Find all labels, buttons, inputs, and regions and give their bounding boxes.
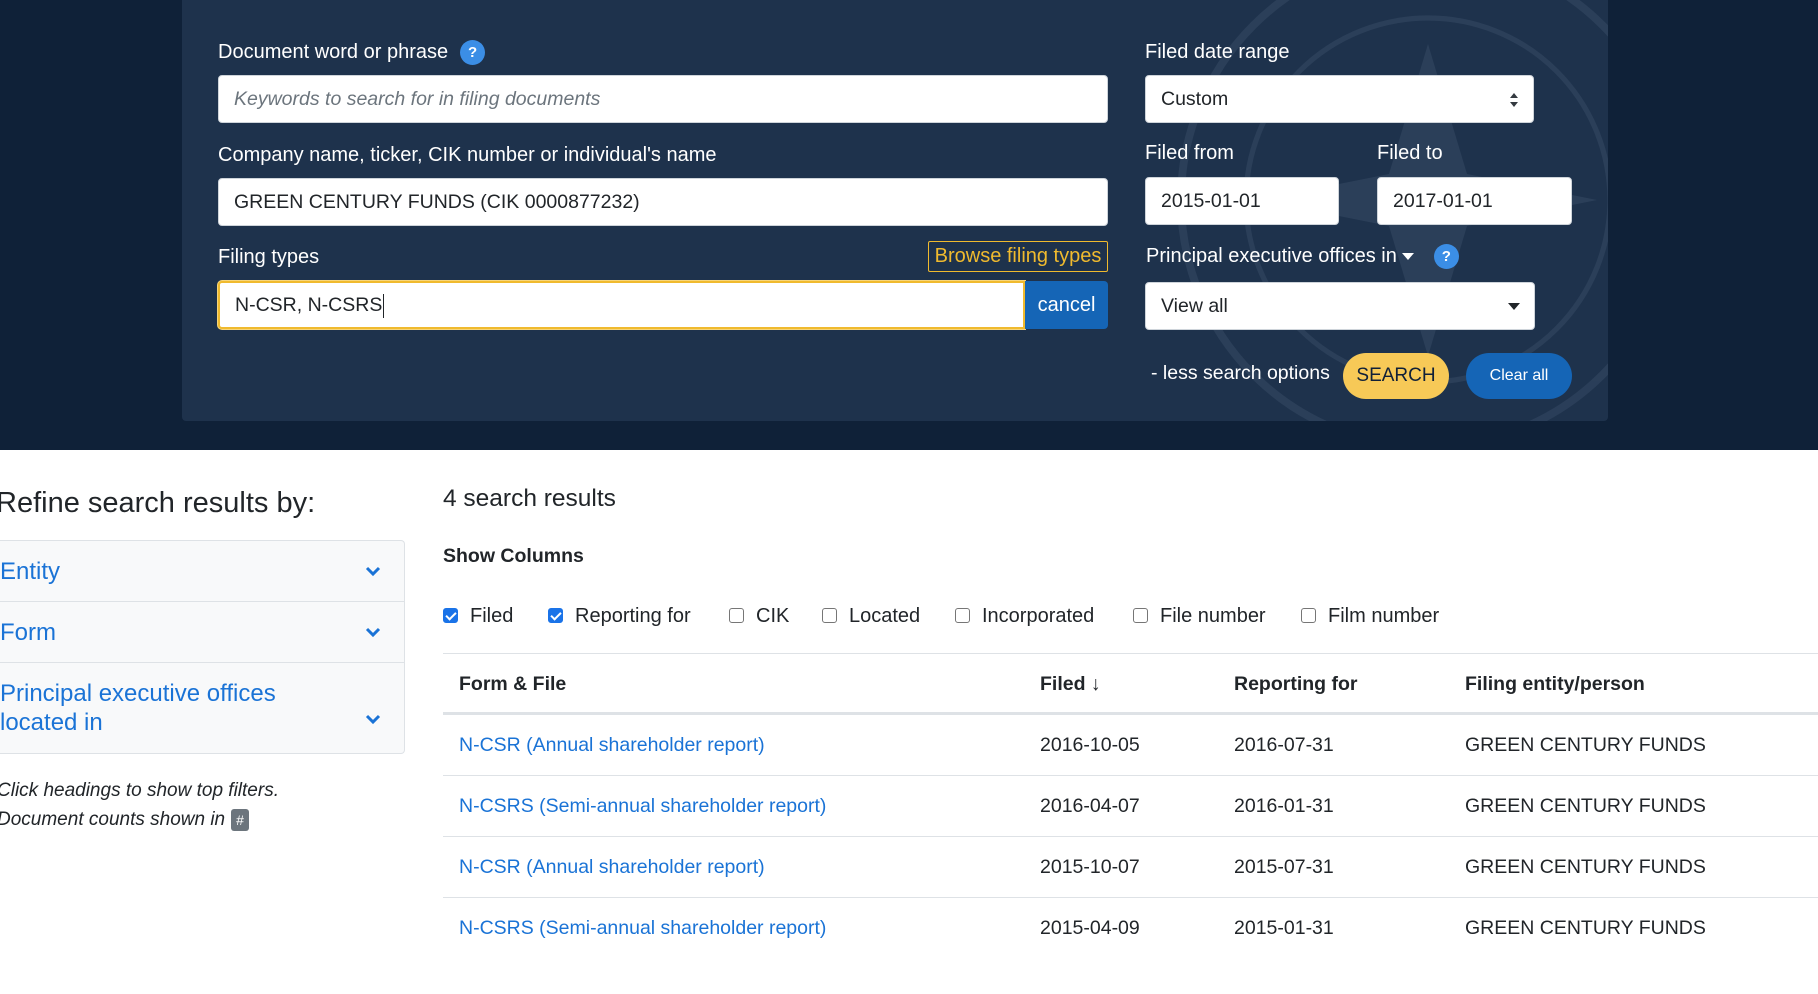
help-icon[interactable]: ? [1433,244,1459,270]
header-form-file[interactable]: Form & File [459,654,566,714]
form-link[interactable]: N-CSR (Annual shareholder report) [459,837,765,897]
header-filing-entity[interactable]: Filing entity/person [1465,654,1645,714]
column-toggle-file-number[interactable]: File number [1133,605,1266,628]
filed-date: 2015-04-09 [1040,917,1140,939]
checkbox[interactable] [1301,608,1316,623]
table-row: N-CSRS (Semi-annual shareholder report) … [443,775,1818,836]
facet-form[interactable]: Form [0,602,404,663]
column-toggle-label: Reporting for [575,605,691,627]
show-columns-heading: Show Columns [443,545,584,567]
column-toggle-label: File number [1160,605,1266,627]
column-toggle-cik[interactable]: CIK [729,605,789,628]
keywords-label: Document word or phrase? [218,40,486,66]
less-search-options-link[interactable]: - less search options [1151,362,1330,385]
facet-hint-line1: Click headings to show top filters. [0,780,279,801]
chevron-down-icon [1508,303,1520,310]
facet-list: Entity Form Principal executive offices … [0,540,405,754]
filing-entity: GREEN CENTURY FUNDS [1465,917,1706,939]
facet-offices-label-line2: located in [0,709,103,736]
cancel-button[interactable]: cancel [1025,281,1108,329]
table-row: N-CSR (Annual shareholder report) 2015-1… [443,836,1818,897]
table-row: N-CSRS (Semi-annual shareholder report) … [443,897,1818,958]
filed-to-label: Filed to [1377,142,1443,164]
column-toggle-located[interactable]: Located [822,605,920,628]
table-header: Form & File Filed ↓ Reporting for Filing… [443,653,1818,714]
filed-from-input[interactable]: 2015-01-01 [1145,177,1339,225]
entity-input[interactable]: GREEN CENTURY FUNDS (CIK 0000877232) [218,178,1108,226]
clear-all-button[interactable]: Clear all [1466,353,1572,399]
chevron-down-icon [365,627,381,638]
checkbox[interactable] [1133,608,1148,623]
facet-offices-label-line1: Principal executive offices [0,680,276,707]
search-button[interactable]: SEARCH [1343,353,1449,399]
form-link[interactable]: N-CSRS (Semi-annual shareholder report) [459,776,826,836]
checkbox[interactable] [729,608,744,623]
checkbox[interactable] [548,608,563,623]
chevron-down-icon [365,714,381,725]
form-link[interactable]: N-CSR (Annual shareholder report) [459,715,765,775]
help-icon[interactable]: ? [460,40,486,66]
filed-date: 2016-10-05 [1040,734,1140,756]
reporting-date: 2016-07-31 [1234,734,1334,756]
text-caret [383,293,385,318]
filing-types-input[interactable]: N-CSR, N-CSRS [218,281,1025,329]
entity-label: Company name, ticker, CIK number or indi… [218,144,717,166]
filing-types-value: N-CSR, N-CSRS [235,294,383,316]
header-reporting-for[interactable]: Reporting for [1234,654,1357,714]
select-arrows-icon [1510,93,1518,107]
filed-date: 2016-04-07 [1040,795,1140,817]
facet-entity[interactable]: Entity [0,541,404,602]
peo-label-text: Principal executive offices in [1146,245,1397,267]
filing-entity: GREEN CENTURY FUNDS [1465,856,1706,878]
search-band: Document word or phrase? Keywords to sea… [0,0,1818,450]
column-toggle-film-number[interactable]: Film number [1301,605,1439,628]
facet-hint-text: Document counts shown in [0,809,226,831]
keywords-input[interactable]: Keywords to search for in filing documen… [218,75,1108,123]
column-toggle-label: Filed [470,605,514,627]
peo-select[interactable]: View all [1145,282,1535,330]
peo-value: View all [1161,295,1228,317]
reporting-date: 2016-01-31 [1234,795,1334,817]
search-panel: Document word or phrase? Keywords to sea… [182,0,1608,421]
refine-title: Refine search results by: [0,487,316,519]
form-link[interactable]: N-CSRS (Semi-annual shareholder report) [459,898,826,958]
column-toggle-label: CIK [756,605,790,627]
date-range-label: Filed date range [1145,41,1290,63]
date-range-select[interactable]: Custom [1145,75,1534,123]
column-toggle-filed[interactable]: Filed [443,605,513,628]
facet-principal-offices[interactable]: Principal executive offices located in [0,663,404,754]
results-count: 4 search results [443,485,616,512]
keywords-label-text: Document word or phrase [218,41,449,63]
chevron-down-icon [365,566,381,577]
date-range-value: Custom [1161,88,1229,110]
column-toggle-label: Incorporated [982,605,1095,627]
filed-to-input[interactable]: 2017-01-01 [1377,177,1572,225]
table-row: N-CSR (Annual shareholder report) 2016-1… [443,714,1818,775]
facet-entity-label: Entity [0,558,61,585]
filed-from-label: Filed from [1145,142,1234,164]
results-table: Form & File Filed ↓ Reporting for Filing… [443,653,1818,958]
filed-date: 2015-10-07 [1040,856,1140,878]
facet-hint-line2: Document counts shown in # [0,809,249,831]
checkbox[interactable] [443,608,458,623]
column-toggle-reporting-for[interactable]: Reporting for [548,605,691,628]
column-toggle-label: Film number [1328,605,1440,627]
checkbox[interactable] [822,608,837,623]
caret-down-icon [1401,253,1414,261]
filing-types-label: Filing types [218,246,320,268]
checkbox[interactable] [955,608,970,623]
facet-form-label: Form [0,619,56,646]
peo-dropdown-toggle[interactable]: Principal executive offices in? [1146,244,1459,270]
browse-filing-types-button[interactable]: Browse filing types [928,241,1108,272]
filing-entity: GREEN CENTURY FUNDS [1465,734,1706,756]
filing-entity: GREEN CENTURY FUNDS [1465,795,1706,817]
count-badge: # [231,809,249,831]
reporting-date: 2015-07-31 [1234,856,1334,878]
reporting-date: 2015-01-31 [1234,917,1334,939]
header-filed[interactable]: Filed ↓ [1040,654,1101,714]
column-toggle-label: Located [849,605,921,627]
column-toggle-incorporated[interactable]: Incorporated [955,605,1094,628]
